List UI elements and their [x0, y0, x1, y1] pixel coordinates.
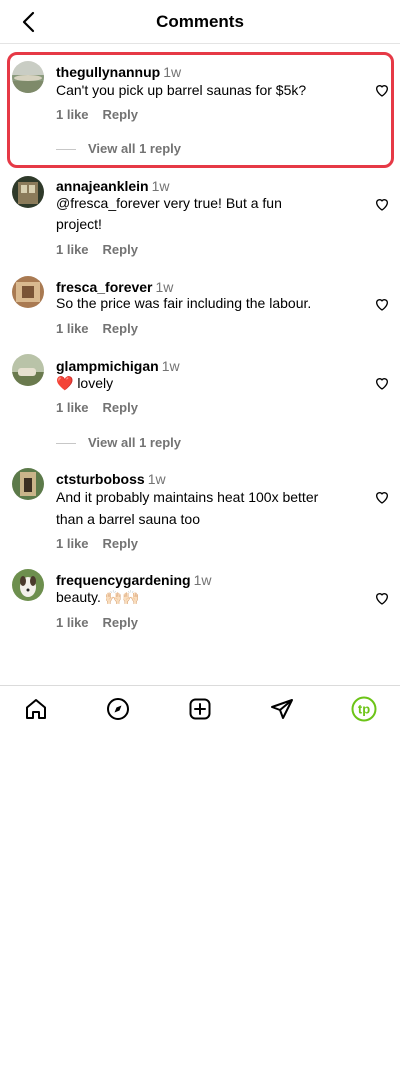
avatar[interactable] — [12, 354, 44, 386]
create-icon — [189, 698, 211, 720]
reply-button[interactable]: Reply — [103, 536, 138, 551]
bottom-nav: tp — [0, 685, 400, 731]
comment-time: 1w — [163, 64, 182, 80]
heart-icon — [375, 85, 389, 97]
comment-text: So the price was fair including the labo… — [56, 295, 312, 311]
profile-initials: tp — [358, 702, 370, 717]
avatar[interactable] — [12, 468, 44, 500]
heart-icon — [375, 378, 389, 390]
nav-create[interactable] — [187, 696, 213, 722]
comment-time: 1w — [193, 572, 212, 588]
heart-icon — [375, 299, 389, 311]
view-replies-label: View all 1 reply — [88, 141, 181, 156]
home-icon — [26, 699, 46, 719]
nav-home[interactable] — [23, 696, 49, 722]
like-button[interactable] — [374, 375, 390, 391]
header: Comments — [0, 0, 400, 44]
comment-likes[interactable]: 1 like — [56, 400, 89, 415]
like-button[interactable] — [374, 82, 390, 98]
comment-username[interactable]: thegullynannup — [56, 64, 160, 80]
direct-messages-icon — [271, 699, 293, 719]
comment-username[interactable]: frequencygardening — [56, 572, 191, 588]
comment-time: 1w — [147, 471, 166, 487]
comment-text: beauty. 🙌🏻🙌🏻 — [56, 589, 140, 605]
comment-time: 1w — [151, 178, 170, 194]
comment-time: 1w — [161, 358, 180, 374]
view-replies-button[interactable]: View all 1 reply — [56, 435, 181, 450]
comment-likes[interactable]: 1 like — [56, 536, 89, 551]
reply-button[interactable]: Reply — [103, 242, 138, 257]
nav-profile[interactable]: tp — [351, 696, 377, 722]
heart-icon — [375, 593, 389, 605]
avatar[interactable] — [12, 276, 44, 308]
reply-button[interactable]: Reply — [103, 615, 138, 630]
like-button[interactable] — [374, 489, 390, 505]
reply-button[interactable]: Reply — [103, 107, 138, 122]
comment-text: ❤️ lovely — [56, 375, 114, 391]
like-button[interactable] — [374, 196, 390, 212]
comment-text: Can't you pick up barrel saunas for $5k? — [56, 82, 307, 98]
view-replies-button[interactable]: View all 1 reply — [56, 141, 181, 156]
comment-likes[interactable]: 1 like — [56, 321, 89, 336]
explore-icon — [107, 698, 129, 720]
avatar[interactable] — [12, 61, 44, 93]
nav-direct[interactable] — [269, 696, 295, 722]
comment-likes[interactable]: 1 like — [56, 107, 89, 122]
nav-explore[interactable] — [105, 696, 131, 722]
reply-button[interactable]: Reply — [103, 321, 138, 336]
comment-likes[interactable]: 1 like — [56, 615, 89, 630]
comment-likes[interactable]: 1 like — [56, 242, 89, 257]
comment-username[interactable]: annajeanklein — [56, 178, 149, 194]
comment-username[interactable]: glampmichigan — [56, 358, 159, 374]
like-button[interactable] — [374, 590, 390, 606]
profile-avatar: tp — [351, 696, 377, 722]
view-replies-label: View all 1 reply — [88, 435, 181, 450]
avatar[interactable] — [12, 569, 44, 601]
comment-username[interactable]: ctsturboboss — [56, 471, 145, 487]
like-button[interactable] — [374, 296, 390, 312]
heart-icon — [375, 492, 389, 504]
avatar[interactable] — [12, 176, 44, 208]
divider — [56, 149, 76, 151]
reply-button[interactable]: Reply — [103, 400, 138, 415]
heart-icon — [375, 199, 389, 211]
comment-text: @fresca_forever very true! But a fun pro… — [56, 195, 282, 232]
page-title: Comments — [156, 12, 244, 31]
comment-text: And it probably maintains heat 100x bett… — [56, 489, 319, 527]
divider — [56, 443, 76, 445]
